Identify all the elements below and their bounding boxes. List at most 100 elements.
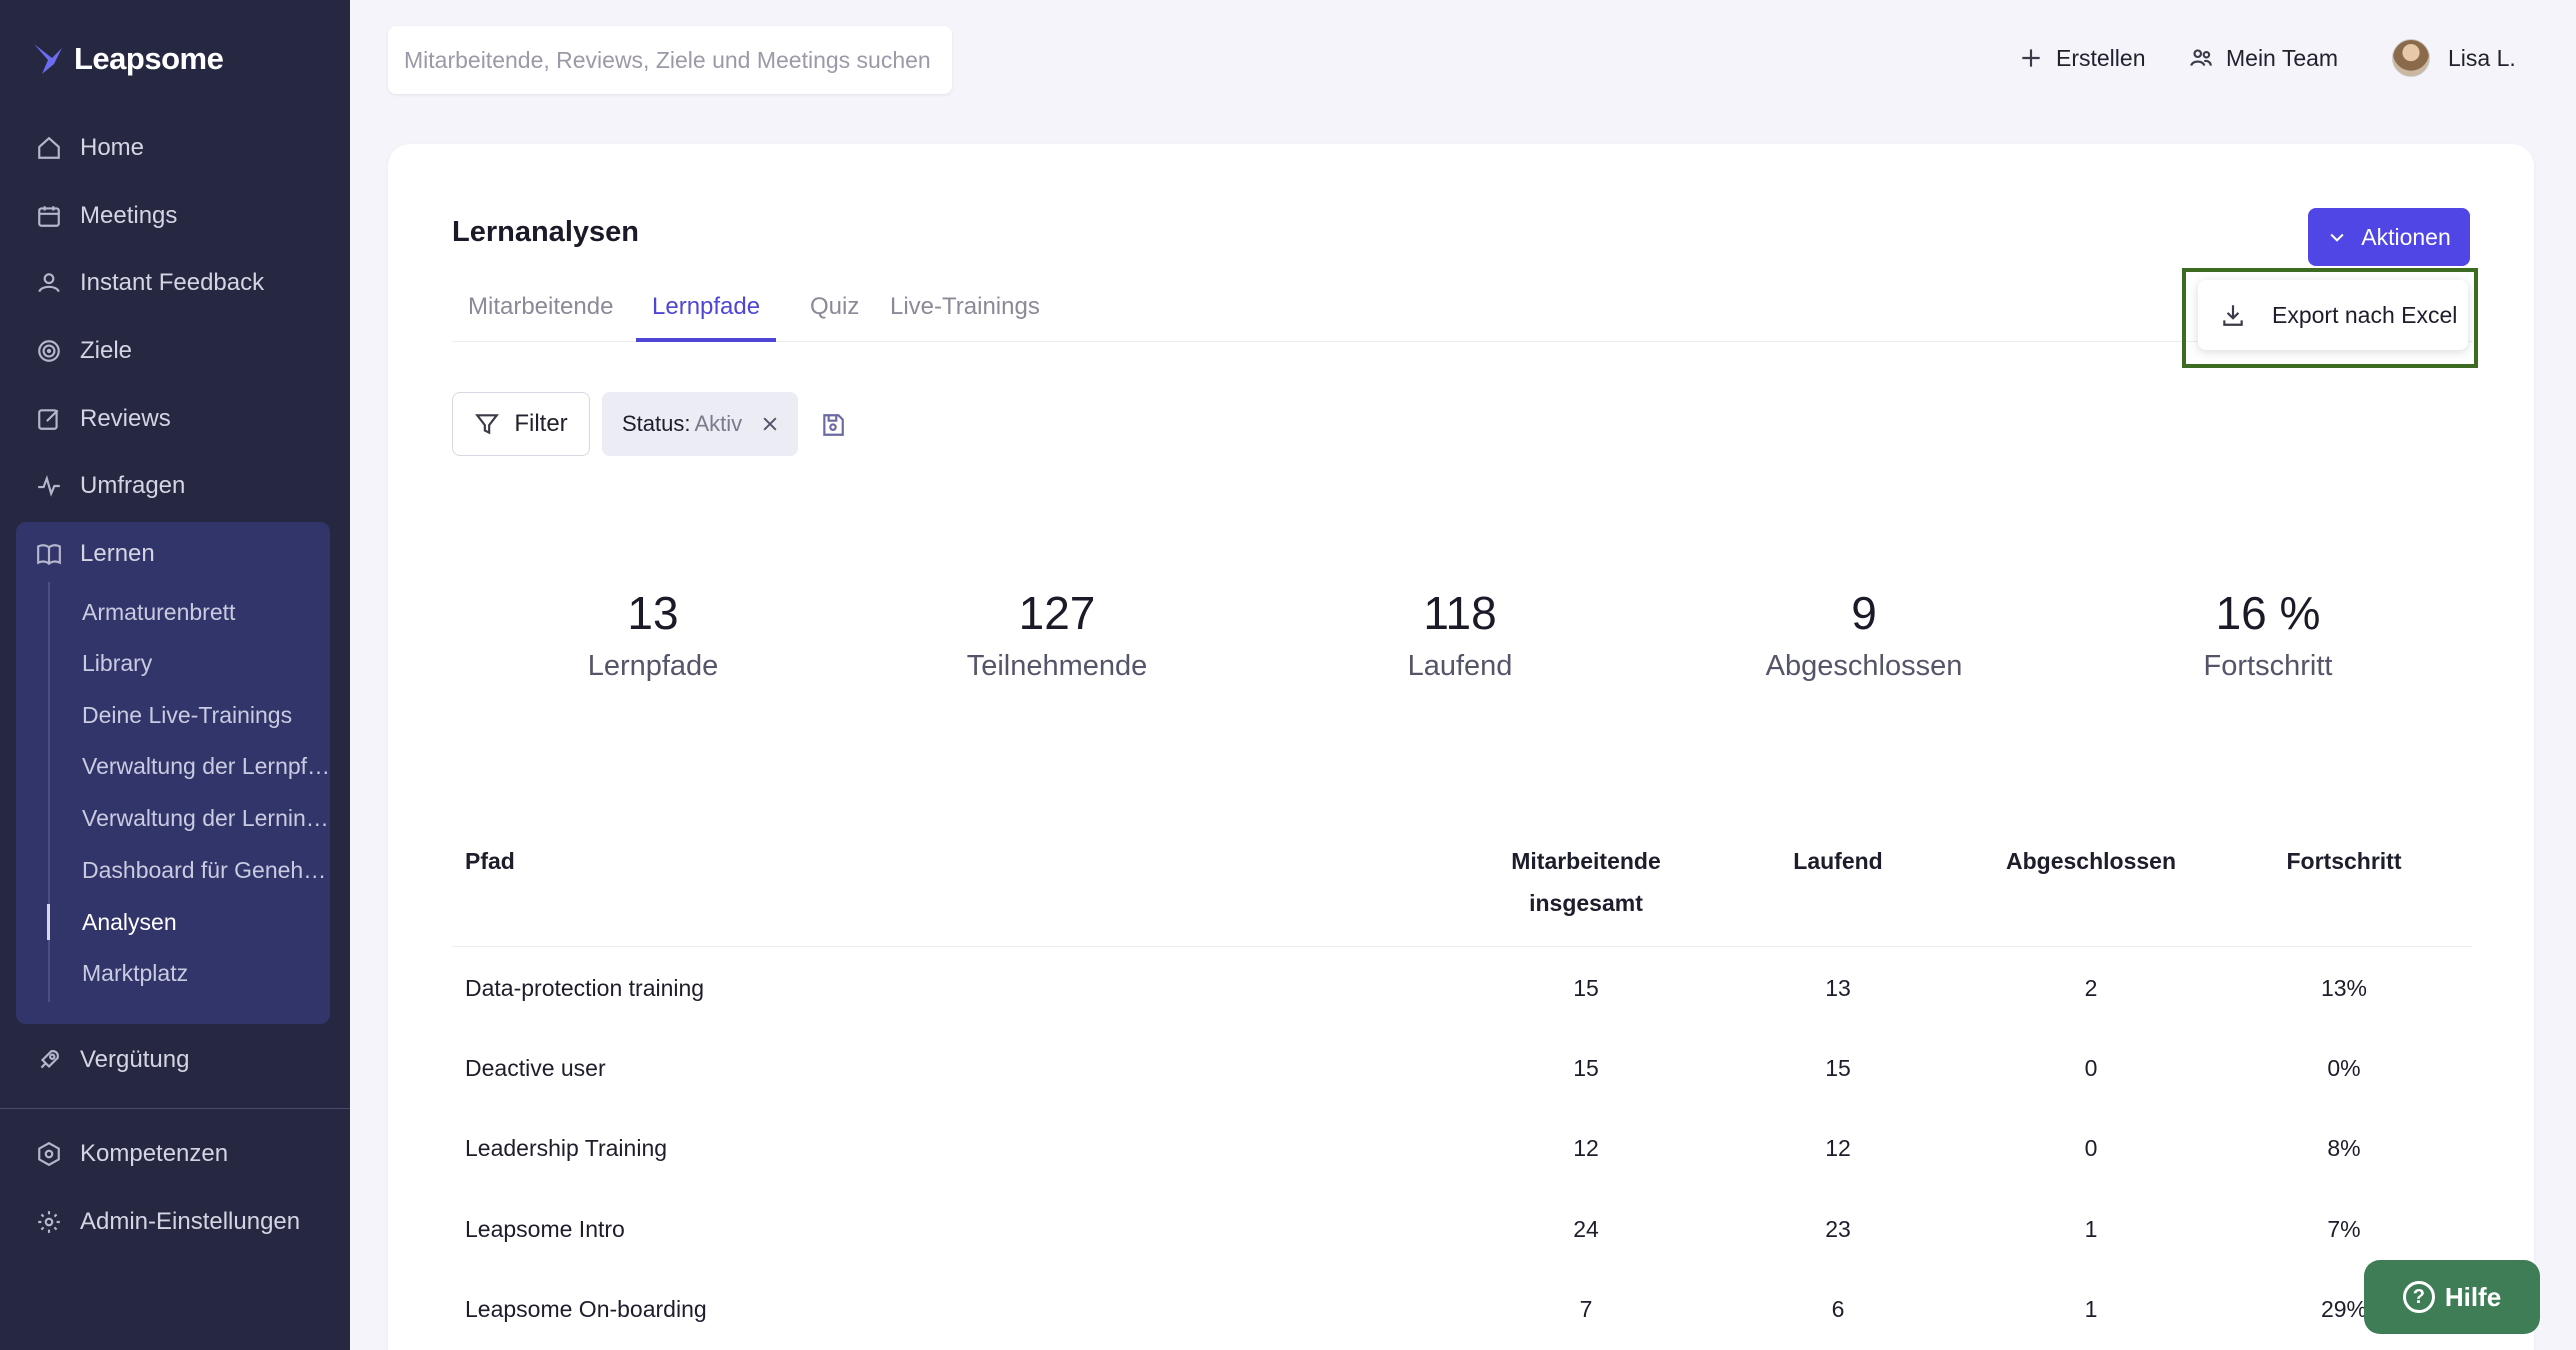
- stat-label: Laufend: [1407, 650, 1513, 682]
- cell-total: 7: [1579, 1296, 1593, 1322]
- my-team-button[interactable]: Mein Team: [2188, 40, 2338, 76]
- cell-running: 23: [1825, 1216, 1851, 1242]
- my-team-label: Mein Team: [2226, 44, 2339, 71]
- cell-total: 15: [1573, 975, 1599, 1001]
- cell-completed: 0: [2084, 1135, 2098, 1161]
- sidebar-item-verguetung[interactable]: Vergütung: [36, 1040, 189, 1080]
- cell-total: 12: [1573, 1135, 1599, 1161]
- filter-button[interactable]: Filter: [452, 392, 590, 456]
- sidebar-item-label: Instant Feedback: [80, 269, 265, 296]
- actions-label: Aktionen: [2361, 223, 2451, 250]
- tab-live-trainings[interactable]: Live-Trainings: [874, 288, 1056, 342]
- sidebar-item-label: Lernen: [80, 540, 155, 567]
- sidebar-subitem-genehmigungen[interactable]: Dashboard für Genehmigungen: [82, 852, 332, 888]
- column-header-mitarbeitende[interactable]: Mitarbeitende insgesamt: [1496, 840, 1676, 924]
- cell-completed: 1: [2084, 1216, 2098, 1242]
- sidebar-item-home[interactable]: Home: [36, 128, 144, 168]
- table-row[interactable]: Leadership Training 12 12 0 8%: [452, 1108, 2472, 1188]
- sidebar-item-kompetenzen[interactable]: Kompetenzen: [36, 1134, 228, 1174]
- sidebar-item-reviews[interactable]: Reviews: [36, 399, 171, 439]
- stat-value: 118: [1423, 587, 1497, 639]
- stat-value: 127: [1018, 587, 1096, 639]
- sidebar-item-label: Umfragen: [80, 472, 186, 499]
- cell-path: Deactive user: [465, 1055, 606, 1081]
- leapsome-logo[interactable]: Leapsome: [32, 40, 224, 78]
- team-icon: [2190, 49, 2212, 67]
- cell-running: 13: [1825, 975, 1851, 1001]
- help-label: Hilfe: [2444, 1281, 2502, 1312]
- home-icon: [38, 136, 60, 159]
- sidebar-item-umfragen[interactable]: Umfragen: [36, 466, 185, 506]
- filter-icon: [475, 414, 500, 435]
- actions-button[interactable]: Aktionen: [2308, 208, 2470, 266]
- sidebar-item-ziele[interactable]: Ziele: [36, 331, 132, 371]
- cell-completed: 1: [2084, 1296, 2098, 1322]
- help-button[interactable]: ? Hilfe: [2364, 1260, 2540, 1334]
- global-search[interactable]: [388, 26, 952, 94]
- tab-mitarbeitende[interactable]: Mitarbeitende: [452, 288, 629, 342]
- column-header-pfad[interactable]: Pfad: [465, 840, 515, 882]
- sidebar-item-label: Vergütung: [80, 1046, 190, 1073]
- cell-total: 24: [1573, 1216, 1599, 1242]
- stat-label: Teilnehmende: [966, 650, 1148, 682]
- tab-lernpfade[interactable]: Lernpfade: [636, 288, 777, 342]
- save-filter-button[interactable]: [820, 412, 846, 438]
- calendar-icon: [38, 206, 60, 227]
- export-label: Export nach Excel: [2272, 301, 2458, 328]
- sidebar-subitem-marktplatz[interactable]: Marktplatz: [82, 955, 332, 991]
- sidebar-item-meetings[interactable]: Meetings: [36, 196, 177, 236]
- status-filter-chip[interactable]: Status: Aktiv: [602, 392, 798, 456]
- sidebar-subitem-lerninhalte-verwaltung[interactable]: Verwaltung der Lerninhalte: [82, 800, 332, 836]
- close-icon[interactable]: [760, 414, 780, 434]
- sidebar-subitem-analysen[interactable]: Analysen: [82, 904, 332, 940]
- table-row[interactable]: Leapsome On-boarding 7 6 1 29%: [452, 1269, 2472, 1349]
- stat-lernpfade: 13 Lernpfade: [503, 578, 803, 683]
- create-button[interactable]: Erstellen: [2018, 40, 2145, 76]
- tab-bar: Mitarbeitende Lernpfade Quiz Live-Traini…: [452, 288, 2472, 342]
- sidebar-subitem-lernpfade-verwaltung[interactable]: Verwaltung der Lernpfade: [82, 748, 332, 784]
- question-icon: ?: [2402, 1281, 2435, 1313]
- sidebar-subitem-armaturenbrett[interactable]: Armaturenbrett: [82, 594, 332, 630]
- stat-abgeschlossen: 9 Abgeschlossen: [1714, 578, 2014, 683]
- cell-progress: 7%: [2327, 1216, 2361, 1242]
- cell-running: 6: [1831, 1296, 1845, 1322]
- stat-label: Lernpfade: [587, 650, 719, 682]
- sidebar-item-instant-feedback[interactable]: Instant Feedback: [36, 263, 264, 303]
- chip-key: Status:: [622, 411, 691, 436]
- column-header-abgeschlossen[interactable]: Abgeschlossen: [1991, 840, 2191, 882]
- cell-running: 12: [1825, 1135, 1851, 1161]
- table-row[interactable]: Leapsome Intro 24 23 1 7%: [452, 1189, 2472, 1269]
- table-row[interactable]: Deactive user 15 15 0 0%: [452, 1028, 2472, 1108]
- cell-completed: 0: [2084, 1055, 2098, 1081]
- submenu-active-indicator: [47, 904, 50, 940]
- search-input[interactable]: [404, 46, 936, 74]
- cell-total: 15: [1573, 1055, 1599, 1081]
- brand-name: Leapsome: [74, 41, 224, 76]
- cell-path: Leadership Training: [465, 1135, 668, 1161]
- plus-icon: [2022, 49, 2040, 67]
- cell-progress: 8%: [2327, 1135, 2361, 1161]
- sidebar-subitem-library[interactable]: Library: [82, 645, 332, 681]
- cell-path: Leapsome On-boarding: [465, 1296, 707, 1322]
- column-header-laufend[interactable]: Laufend: [1738, 840, 1938, 882]
- table-row[interactable]: Data-protection training 15 13 2 13%: [452, 948, 2472, 1028]
- stat-teilnehmende: 127 Teilnehmende: [907, 578, 1207, 683]
- sidebar-subitem-live-trainings[interactable]: Deine Live-Trainings: [82, 697, 332, 733]
- sidebar-item-label: Home: [80, 134, 145, 161]
- sidebar-divider: [0, 1108, 350, 1109]
- sidebar-item-admin[interactable]: Admin-Einstellungen: [36, 1202, 300, 1242]
- page-title: Lernanalysen: [452, 216, 639, 248]
- gear-icon: [38, 1211, 60, 1233]
- column-header-fortschritt[interactable]: Fortschritt: [2244, 840, 2444, 882]
- cell-progress: 13%: [2320, 975, 2368, 1001]
- stat-laufend: 118 Laufend: [1310, 578, 1610, 683]
- chip-value: Aktiv: [694, 411, 743, 436]
- filter-label: Filter: [514, 410, 568, 437]
- tab-quiz[interactable]: Quiz: [794, 288, 875, 342]
- sidebar-item-lernen[interactable]: Lernen: [36, 534, 155, 574]
- export-excel-menu-item[interactable]: Export nach Excel: [2198, 280, 2468, 350]
- user-menu[interactable]: Lisa L.: [2392, 39, 2516, 77]
- stat-value: 16 %: [2215, 587, 2321, 639]
- competency-icon: [38, 1141, 60, 1167]
- cell-path: Data-protection training: [465, 975, 705, 1001]
